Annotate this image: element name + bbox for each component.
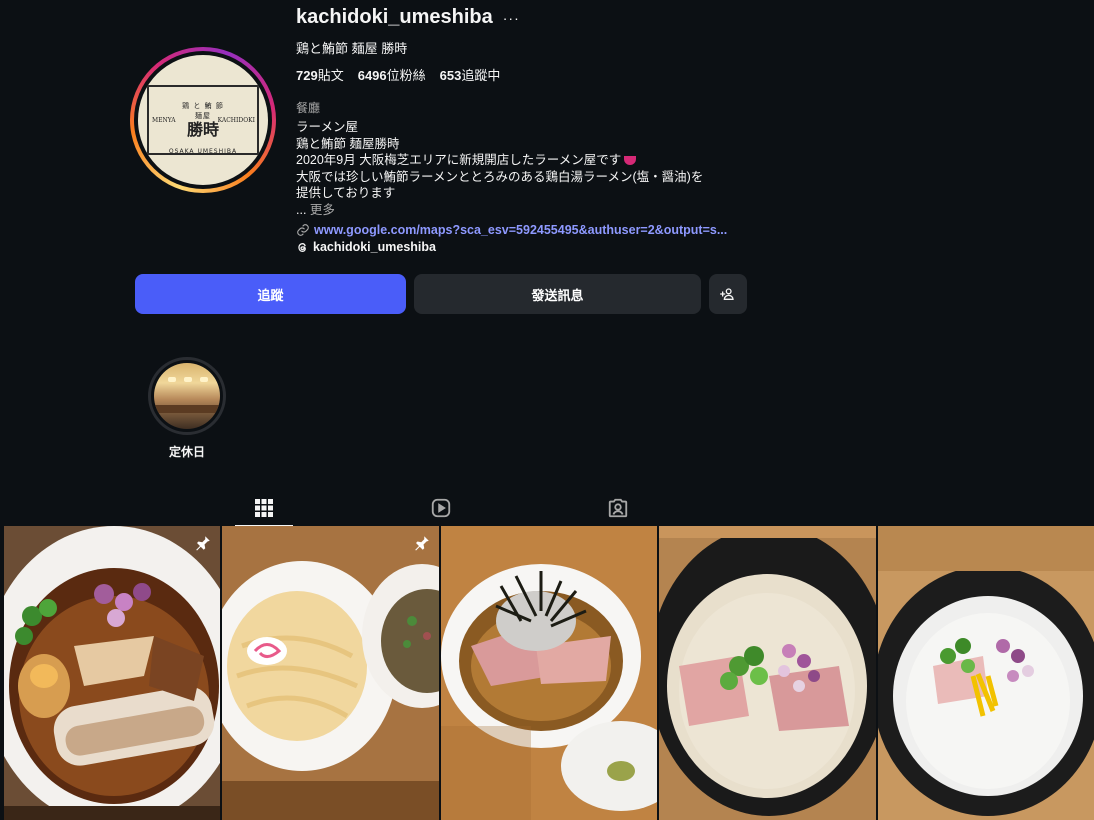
tagged-icon — [608, 498, 628, 518]
highlight-cover-image — [154, 363, 220, 429]
post-shoyu-ramen[interactable] — [4, 526, 221, 820]
threads-username: kachidoki_umeshiba — [313, 240, 436, 254]
avatar-logo-image: 鶏 と 鮪 節 麺屋 勝時 MENYA KACHIDOKI OSAKA UMES… — [138, 55, 268, 185]
grid-icon — [255, 498, 273, 517]
profile-category: 餐廳 — [296, 101, 321, 115]
tsukemen-image — [222, 526, 439, 820]
profile-tabs — [0, 490, 1094, 526]
stat-followers[interactable]: 6496位粉絲 — [358, 65, 426, 84]
username: kachidoki_umeshiba — [296, 6, 493, 28]
story-highlight[interactable]: 定休日 — [148, 357, 226, 460]
username-row: kachidoki_umeshiba ··· — [296, 6, 520, 29]
stat-following[interactable]: 653追蹤中 — [440, 65, 501, 84]
tuna-ramen-image — [440, 526, 658, 820]
highlight-label: 定休日 — [168, 445, 205, 459]
pin-icon — [196, 536, 211, 551]
more-options-icon[interactable]: ··· — [503, 10, 520, 26]
suggested-users-button[interactable] — [709, 274, 747, 314]
stat-followers-count: 6496 — [357, 68, 387, 83]
pin-icon — [415, 536, 429, 551]
external-link-text: www.google.com/maps?sca_esv=592455495&au… — [314, 223, 728, 237]
paitan-ramen-image — [659, 526, 876, 820]
threads-link[interactable]: kachidoki_umeshiba — [296, 240, 436, 254]
stat-followers-label: 位粉絲 — [386, 68, 426, 83]
bio-line: 鶏と鮪節 麺屋勝時 — [296, 136, 400, 151]
message-button[interactable]: 發送訊息 — [414, 274, 701, 314]
profile-bio: ラーメン屋 鶏と鮪節 麺屋勝時 2020年9月 大阪梅芝エリアに新規開店したラー… — [296, 119, 756, 218]
stat-posts-count: 729 — [296, 68, 318, 83]
tab-tagged[interactable] — [589, 490, 647, 526]
tab-reels[interactable] — [412, 490, 470, 526]
logo-top-text: 鶏 と 鮪 節 — [182, 102, 224, 110]
profile-stats: 729貼文 6496位粉絲 653追蹤中 — [296, 65, 500, 84]
link-icon — [297, 224, 309, 236]
profile-avatar[interactable]: 鶏 と 鮪 節 麺屋 勝時 MENYA KACHIDOKI OSAKA UMES… — [130, 47, 276, 193]
post-paitan-ramen-2[interactable] — [877, 526, 1094, 820]
post-grid — [0, 526, 1094, 820]
post-tuna-ramen[interactable] — [440, 526, 658, 820]
stat-following-count: 653 — [439, 68, 462, 83]
paitan-ramen-image-2 — [877, 526, 1094, 820]
shoyu-ramen-image — [4, 526, 221, 820]
tab-posts[interactable] — [235, 490, 293, 526]
threads-icon — [298, 242, 306, 252]
external-link[interactable]: www.google.com/maps?sca_esv=592455495&au… — [296, 223, 727, 237]
reels-icon — [431, 498, 451, 518]
follow-button[interactable]: 追蹤 — [135, 274, 406, 314]
post-paitan-ramen-1[interactable] — [659, 526, 876, 820]
logo-left-text: MENYA — [152, 117, 176, 124]
bio-line: ラーメン屋 — [296, 120, 359, 134]
bio-more-link[interactable]: 更多 — [310, 203, 335, 217]
bio-line: 提供しております — [296, 186, 396, 200]
logo-bottom-text: OSAKA UMESHIBA — [168, 148, 238, 155]
bio-line: 大阪では珍しい鮪節ラーメンととろみのある鶏白湯ラーメン(塩・醤油)を — [296, 169, 704, 184]
ramen-emoji-icon — [624, 156, 637, 165]
bio-line-text: 2020年9月 大阪梅芝エリアに新規開店したラーメン屋です — [296, 153, 622, 167]
person-plus-icon — [720, 288, 734, 300]
full-name: 鶏と鮪節 麺屋 勝時 — [296, 41, 408, 56]
stat-posts-label: 貼文 — [317, 68, 344, 83]
logo-kanji-text: 勝時 — [186, 120, 219, 139]
post-tsukemen[interactable] — [222, 526, 439, 820]
bio-ellipsis: ... — [296, 202, 307, 217]
stat-following-label: 追蹤中 — [461, 68, 501, 83]
stat-posts[interactable]: 729貼文 — [296, 65, 344, 84]
logo-right-text: KACHIDOKI — [217, 117, 255, 124]
bio-line-with-emoji: 2020年9月 大阪梅芝エリアに新規開店したラーメン屋です — [296, 152, 756, 169]
